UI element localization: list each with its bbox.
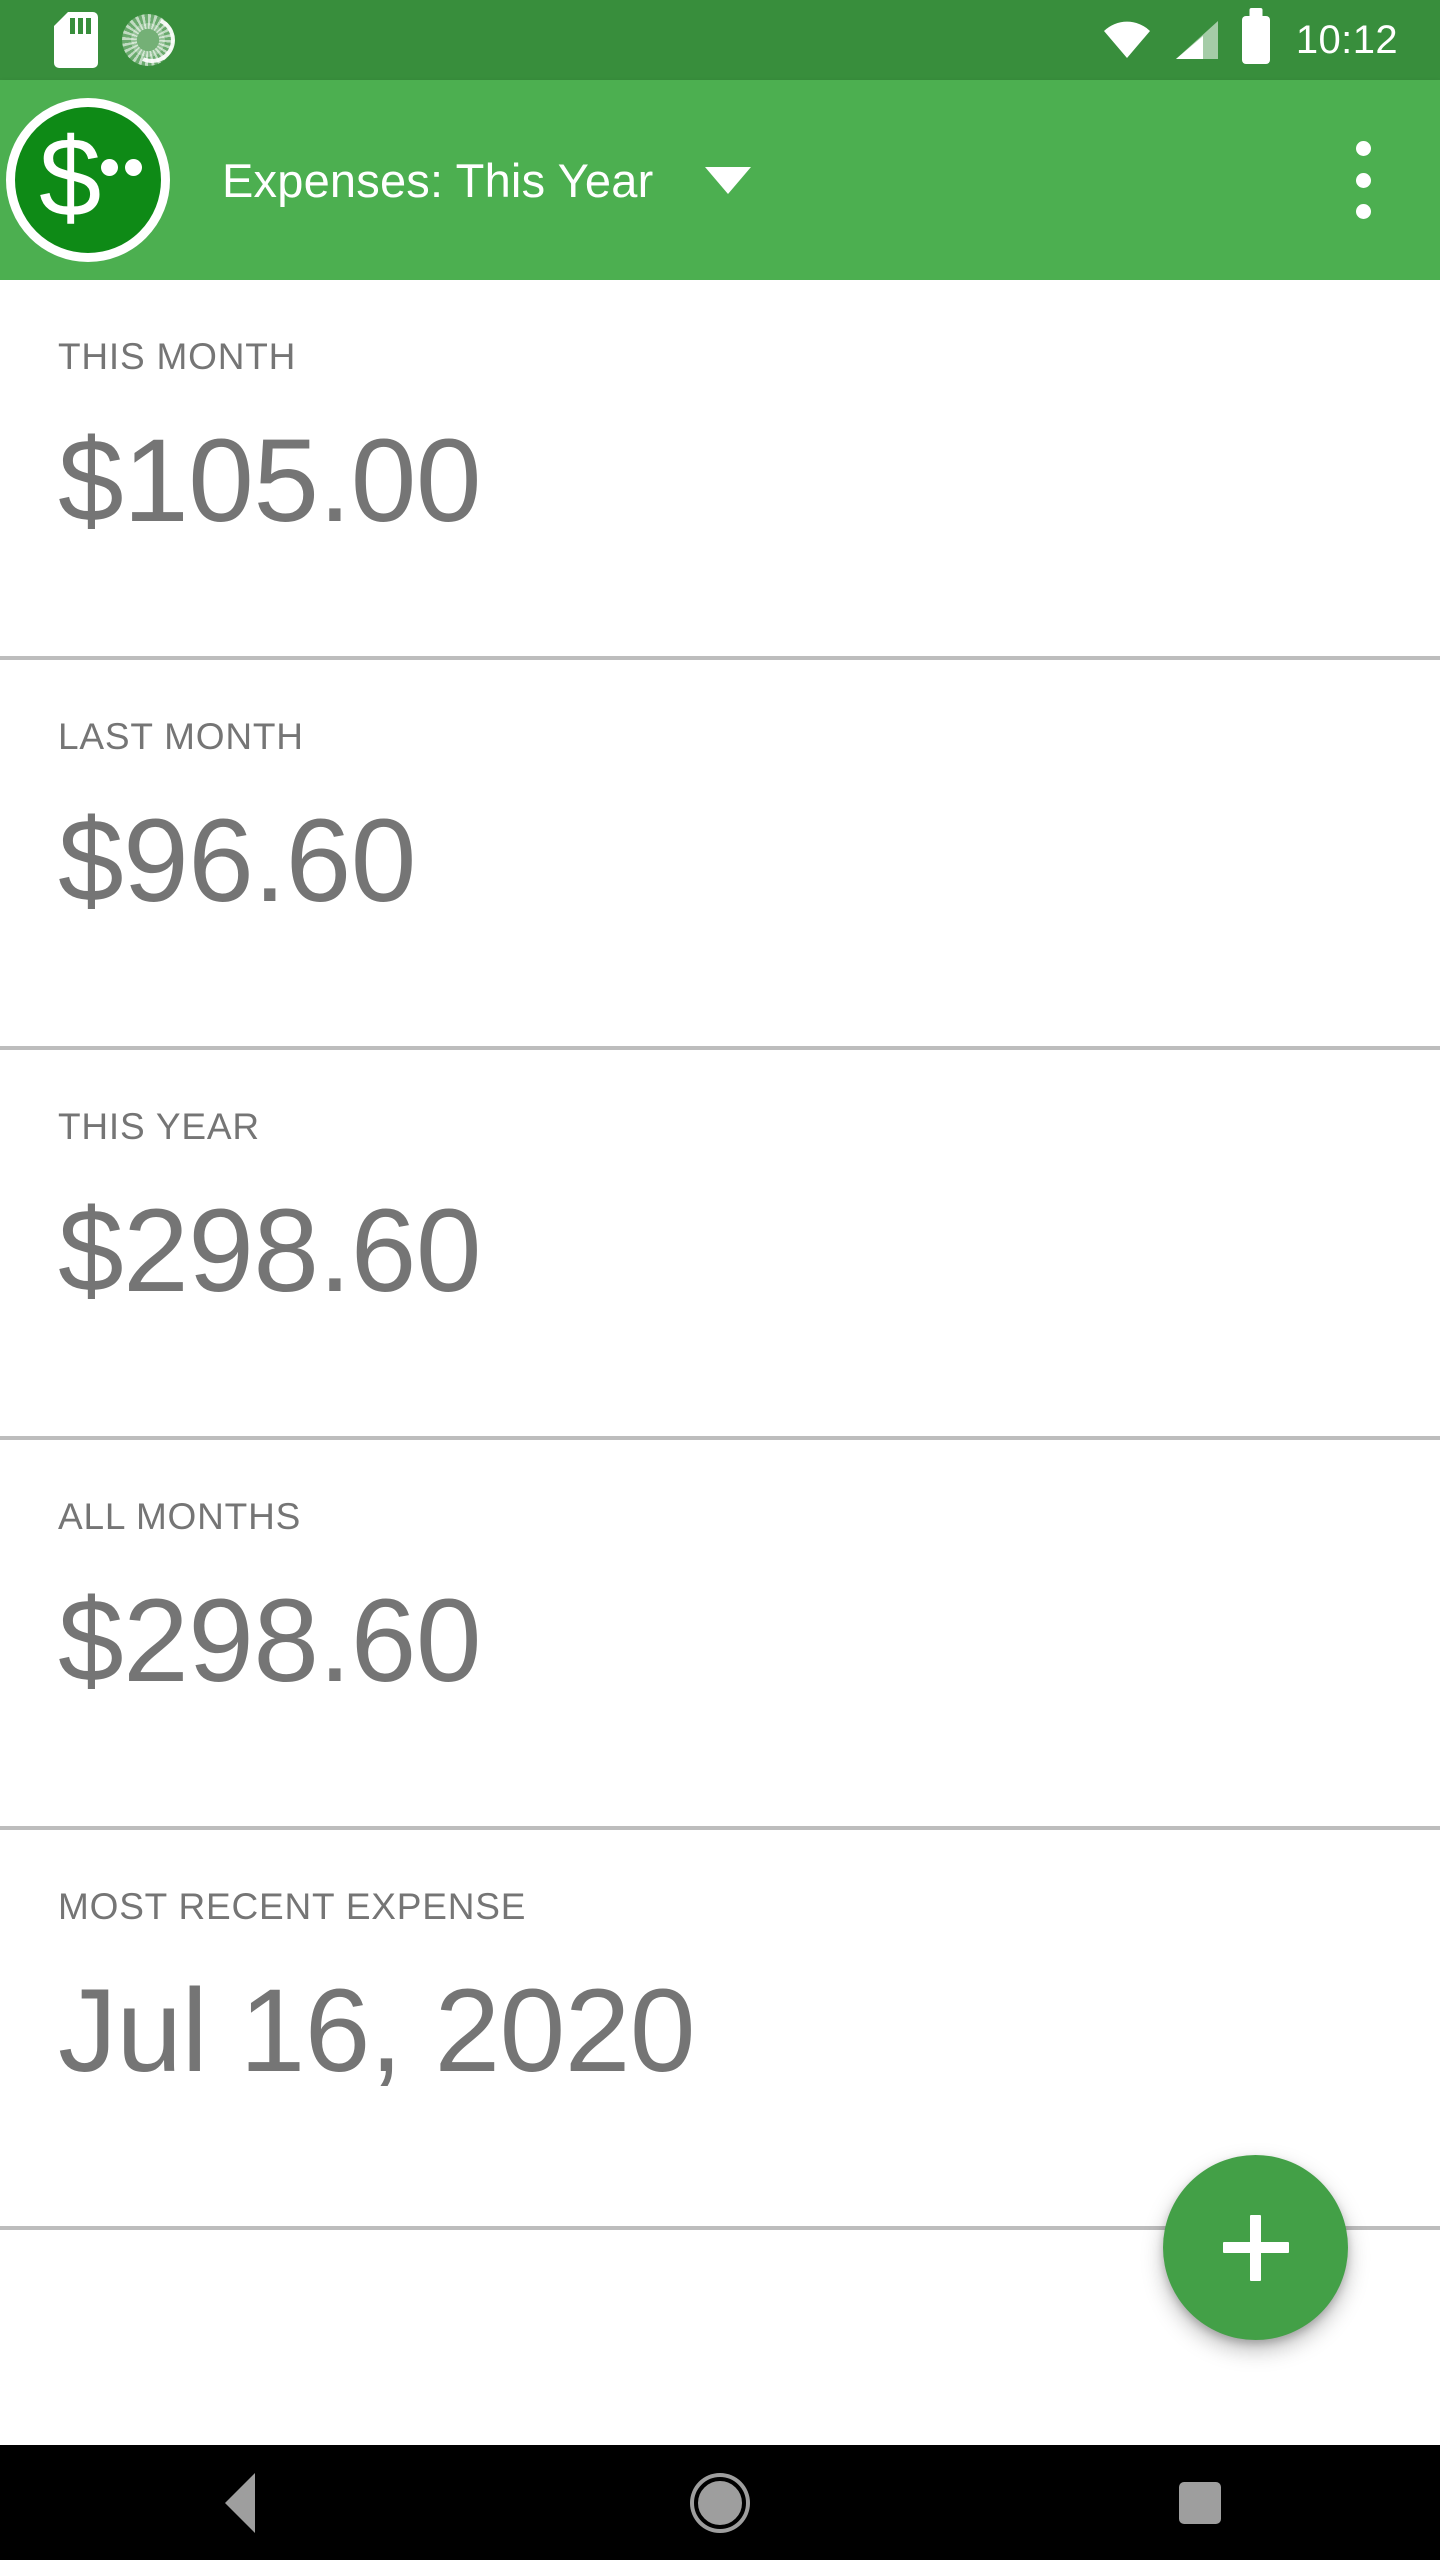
stat-label: LAST MONTH bbox=[58, 716, 304, 757]
square-recents-icon bbox=[1179, 2481, 1221, 2524]
stat-label: MOST RECENT EXPENSE bbox=[58, 1886, 527, 1927]
stat-value: $298.60 bbox=[58, 1575, 482, 1707]
status-bar: 10:12 bbox=[0, 0, 1440, 80]
nav-back-button[interactable] bbox=[0, 2472, 480, 2533]
logo-dot-right bbox=[125, 159, 142, 176]
overflow-dot-2 bbox=[1355, 172, 1371, 188]
list-item[interactable]: LAST MONTH $96.60 bbox=[0, 660, 1440, 1050]
logo-dot-left bbox=[101, 159, 118, 176]
dollar-symbol: $ bbox=[39, 115, 102, 240]
status-bar-right-icons: 10:12 bbox=[1102, 16, 1398, 64]
stat-value: Jul 16, 2020 bbox=[58, 1965, 695, 2097]
list-item[interactable]: THIS YEAR $298.60 bbox=[0, 1050, 1440, 1440]
wifi-icon bbox=[1102, 20, 1152, 60]
triangle-back-icon bbox=[225, 2472, 255, 2533]
more-vert-icon[interactable] bbox=[1336, 135, 1390, 225]
stat-value: $105.00 bbox=[58, 415, 482, 547]
add-expense-fab[interactable] bbox=[1163, 2155, 1348, 2340]
stat-label: ALL MONTHS bbox=[58, 1496, 302, 1537]
cellular-signal-icon bbox=[1174, 19, 1220, 61]
status-bar-clock: 10:12 bbox=[1295, 17, 1398, 62]
list-item[interactable]: ALL MONTHS $298.60 bbox=[0, 1440, 1440, 1830]
stat-label: THIS MONTH bbox=[58, 336, 297, 377]
stat-value: $298.60 bbox=[58, 1185, 482, 1317]
list-item[interactable]: THIS MONTH $105.00 bbox=[0, 280, 1440, 660]
status-bar-left-icons bbox=[54, 10, 182, 70]
battery-icon bbox=[1241, 16, 1270, 64]
chevron-down-icon[interactable] bbox=[705, 166, 752, 194]
sync-progress-icon bbox=[122, 10, 182, 70]
app-bar-title[interactable]: Expenses: This Year bbox=[222, 153, 653, 208]
android-navigation-bar bbox=[0, 2445, 1440, 2560]
nav-home-button[interactable] bbox=[480, 2476, 960, 2529]
app-screen: 10:12 $ Expenses: This Year THIS MONTH $… bbox=[0, 0, 1440, 2560]
app-bar: $ Expenses: This Year bbox=[0, 80, 1440, 280]
dollar-sign-app-logo[interactable]: $ bbox=[6, 98, 170, 262]
overflow-dot-1 bbox=[1355, 141, 1371, 156]
sd-card-icon bbox=[54, 12, 98, 68]
circle-home-icon bbox=[694, 2476, 746, 2529]
logo-glyph: $ bbox=[15, 107, 161, 253]
stat-value: $96.60 bbox=[58, 795, 416, 927]
overflow-dot-3 bbox=[1355, 204, 1371, 219]
stats-list: THIS MONTH $105.00 LAST MONTH $96.60 THI… bbox=[0, 280, 1440, 2445]
stat-label: THIS YEAR bbox=[58, 1106, 260, 1147]
plus-icon bbox=[1222, 2214, 1289, 2281]
nav-recents-button[interactable] bbox=[960, 2481, 1440, 2524]
